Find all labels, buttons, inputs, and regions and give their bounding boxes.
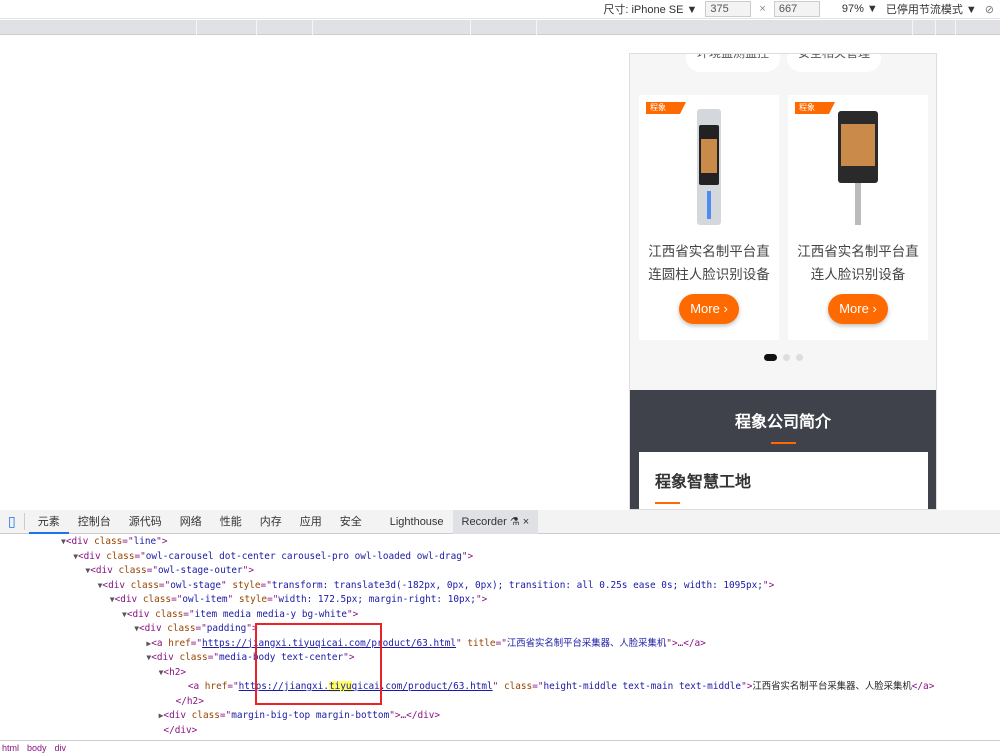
- close-tab-icon[interactable]: ×: [523, 516, 529, 528]
- breadcrumb-item[interactable]: body: [27, 743, 47, 753]
- tab-recorder[interactable]: Recorder ⚗ ×: [452, 509, 539, 534]
- highlight-annotation-box: [255, 623, 382, 705]
- dom-node-line[interactable]: </h2>: [0, 695, 1000, 710]
- brand-badge: 程象: [646, 102, 686, 114]
- dom-node-line[interactable]: ▶<a href="https://jiangxi.tiyuqicai.com/…: [0, 637, 1000, 652]
- mobile-page: 环境监测监控 安全相关管理 程象 江西省实名制平台直 连圆柱人脸识别设备 More…: [629, 53, 937, 510]
- tab-elements[interactable]: 元素: [28, 510, 69, 534]
- tab-security[interactable]: 安全: [331, 510, 371, 534]
- times-sign: ×: [759, 3, 766, 15]
- product-title: 江西省实名制平台直: [797, 244, 919, 259]
- dom-node-line[interactable]: ▼<div class="item media media-y bg-white…: [0, 608, 1000, 623]
- brand-badge: 程象: [795, 102, 835, 114]
- dom-node-line[interactable]: ▼<h2>: [0, 666, 1000, 681]
- title-underline: [770, 442, 796, 444]
- width-input[interactable]: [705, 1, 752, 17]
- dom-node-line[interactable]: </div>: [0, 724, 1000, 739]
- more-button[interactable]: More ›: [679, 294, 739, 324]
- tab-performance[interactable]: 性能: [211, 510, 251, 534]
- throttle-select[interactable]: 已停用节流模式 ▼: [886, 1, 977, 17]
- zoom-select[interactable]: 97% ▼: [842, 3, 878, 15]
- elements-tree[interactable]: ▼<div class="line"> ▼<div class="owl-caro…: [0, 534, 1000, 740]
- product-title-line2: 连人脸识别设备: [810, 267, 906, 282]
- product-title-line2: 连圆柱人脸识别设备: [648, 267, 770, 282]
- dom-node-line[interactable]: ▼<div class="padding">: [0, 622, 1000, 637]
- tab-recorder-label: Recorder: [461, 515, 507, 528]
- tab-network[interactable]: 网络: [171, 510, 211, 534]
- face-device-image: [838, 111, 878, 225]
- title-underline: [655, 502, 680, 504]
- tag-button[interactable]: 安全相关管理: [787, 54, 881, 72]
- dom-node-line[interactable]: <a href="https://jiangxi.tiyuqicai.com/p…: [0, 680, 1000, 695]
- rotate-icon[interactable]: ⊘: [985, 3, 994, 16]
- dom-node-line[interactable]: ▼<div class="line">: [0, 535, 1000, 550]
- product-title: 江西省实名制平台直: [648, 244, 770, 259]
- carousel-dot[interactable]: [782, 354, 790, 361]
- device-viewport: 环境监测监控 安全相关管理 程象 江西省实名制平台直 连圆柱人脸识别设备 More…: [0, 36, 1000, 510]
- about-section: 程象公司简介 程象智慧工地: [630, 390, 936, 509]
- about-title: 程象公司简介: [734, 414, 831, 431]
- flask-icon: ⚗: [509, 515, 520, 528]
- dom-node-line[interactable]: ▼<div class="owl-item" style="width: 172…: [0, 593, 1000, 608]
- dom-node-line[interactable]: ▼<div class="owl-stage-outer">: [0, 564, 1000, 579]
- about-box: 程象智慧工地: [639, 452, 928, 509]
- more-button[interactable]: More ›: [828, 294, 888, 324]
- dom-node-line[interactable]: ▼<div class="owl-stage" style="transform…: [0, 579, 1000, 594]
- tag-button[interactable]: 环境监测监控: [686, 54, 780, 72]
- device-size-select[interactable]: 尺寸: iPhone SE ▼: [603, 1, 697, 17]
- product-card[interactable]: 程象 江西省实名制平台直 连人脸识别设备 More ›: [788, 95, 928, 340]
- breadcrumb-item[interactable]: html: [2, 743, 19, 753]
- devtools-tabbar: ▯ 元素 控制台 源代码 网络 性能 内存 应用 安全 Lighthouse R…: [0, 509, 1000, 534]
- dom-node-line[interactable]: ▼<div class="media-body text-center">: [0, 651, 1000, 666]
- tab-lighthouse[interactable]: Lighthouse: [381, 510, 453, 534]
- carousel-dots: [630, 354, 936, 361]
- dom-node-line[interactable]: ▼<div class="owl-carousel dot-center car…: [0, 550, 1000, 565]
- breadcrumb-item[interactable]: div: [55, 743, 67, 753]
- carousel-dot-active[interactable]: [763, 354, 777, 361]
- dom-node-line[interactable]: ▶<div class="margin-big-top margin-botto…: [0, 709, 1000, 724]
- media-query-bar[interactable]: [0, 20, 1000, 35]
- device-toggle-icon[interactable]: ▯: [0, 513, 25, 530]
- about-box-title: 程象智慧工地: [655, 474, 752, 491]
- carousel-dot[interactable]: [795, 354, 803, 361]
- product-card[interactable]: 程象 江西省实名制平台直 连圆柱人脸识别设备 More ›: [639, 95, 779, 340]
- column-face-device-image: [697, 109, 721, 225]
- tab-sources[interactable]: 源代码: [120, 510, 171, 534]
- tab-memory[interactable]: 内存: [251, 510, 291, 534]
- dom-breadcrumbs: html body div: [0, 740, 1000, 753]
- tab-console[interactable]: 控制台: [69, 510, 120, 534]
- height-input[interactable]: [773, 1, 820, 17]
- device-toolbar: 尺寸: iPhone SE ▼ × 97% ▼ 已停用节流模式 ▼ ⊘: [0, 0, 1000, 19]
- tab-application[interactable]: 应用: [291, 510, 331, 534]
